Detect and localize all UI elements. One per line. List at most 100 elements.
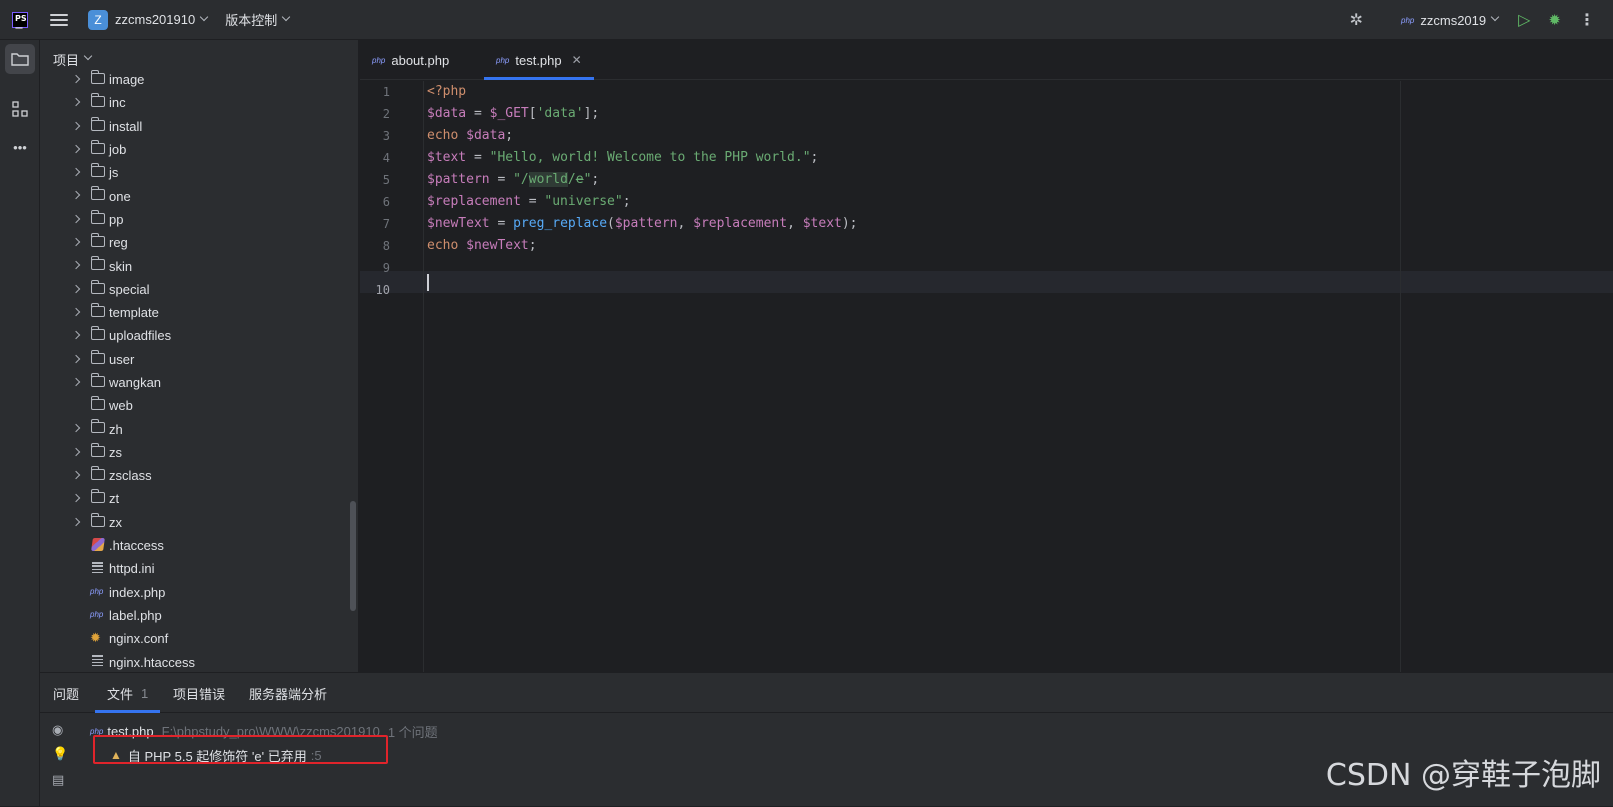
chevron-right-icon[interactable]	[71, 494, 81, 503]
tree-item[interactable]: uploadfiles	[40, 324, 358, 347]
tree-item-label: nginx.htaccess	[109, 654, 195, 670]
config-file-icon: ✹	[90, 630, 101, 646]
code-line-4[interactable]: $text = "Hello, world! Welcome to the PH…	[427, 147, 818, 169]
tree-item[interactable]: reg	[40, 231, 358, 254]
chevron-right-icon[interactable]	[71, 98, 81, 107]
chevron-right-icon[interactable]	[71, 331, 81, 340]
structure-icon[interactable]	[5, 94, 35, 124]
tree-item[interactable]: install	[40, 115, 358, 138]
chevron-right-icon[interactable]	[71, 74, 81, 84]
debug-icon[interactable]: ✹	[1548, 11, 1561, 29]
line-number: 6	[382, 195, 390, 209]
code-line-7[interactable]: $newText = preg_replace($pattern, $repla…	[427, 213, 858, 235]
chevron-right-icon[interactable]	[71, 237, 81, 247]
chevron-right-icon[interactable]	[71, 354, 81, 363]
token: $newText	[466, 238, 529, 253]
tab-file[interactable]: 文件 1	[94, 673, 161, 713]
tree-item[interactable]: php index.php	[40, 581, 358, 604]
chevron-right-icon[interactable]	[71, 424, 81, 433]
code-line-6[interactable]: $replacement = "universe";	[427, 191, 631, 213]
chevron-down-icon[interactable]	[199, 12, 209, 21]
chevron-right-icon[interactable]	[71, 377, 81, 387]
tab-problems[interactable]: 问题	[53, 673, 79, 713]
line-number: 8	[382, 239, 390, 253]
token: ;	[591, 172, 600, 187]
project-badge[interactable]: Z	[88, 9, 108, 30]
tree-item[interactable]: special	[40, 278, 358, 301]
chevron-right-icon[interactable]	[71, 261, 81, 270]
code-line-3[interactable]: echo $data;	[427, 125, 513, 147]
tree-item[interactable]: php label.php	[40, 604, 358, 627]
chevron-right-icon[interactable]	[71, 214, 81, 224]
code-line-2[interactable]: $data = $_GET['data'];	[427, 103, 599, 125]
chevron-right-icon[interactable]	[71, 191, 81, 200]
main-menu-icon[interactable]	[50, 13, 68, 26]
tab-about-php[interactable]: php about.php	[372, 40, 449, 80]
tab-label: 项目错误	[173, 686, 226, 702]
chevron-right-icon[interactable]	[71, 307, 81, 317]
project-name[interactable]: zzcms201910	[115, 12, 195, 27]
project-panel: 项目 image inc install job js one pp reg skin speci…	[40, 40, 359, 672]
folder-icon	[90, 93, 105, 108]
deprecated-modifier[interactable]: e	[576, 172, 584, 187]
tree-item[interactable]: nginx.htaccess	[40, 650, 358, 672]
tree-item[interactable]: image	[40, 68, 358, 91]
tab-label: test.php	[515, 52, 562, 68]
bug-disabled-icon[interactable]: ✲	[1350, 10, 1363, 30]
tree-item[interactable]: zsclass	[40, 464, 358, 487]
code-line-1[interactable]: <?php	[427, 81, 466, 103]
eye-icon[interactable]: ◉	[52, 722, 63, 738]
token: echo	[427, 128, 467, 143]
code-line-8[interactable]: echo $newText;	[427, 235, 537, 257]
tab-project-errors[interactable]: 项目错误	[173, 673, 225, 713]
chevron-right-icon[interactable]	[71, 284, 81, 293]
project-folder-icon[interactable]	[5, 44, 35, 74]
document-icon[interactable]: ▤	[52, 772, 64, 788]
tree-item[interactable]: job	[40, 138, 358, 161]
scrollbar[interactable]	[350, 501, 356, 611]
editor-area: php about.php php test.php ✕ 1 2 3 4 5 6 7 8 9 10…	[360, 40, 1613, 672]
tree-item[interactable]: skin	[40, 254, 358, 277]
chevron-right-icon[interactable]	[71, 144, 81, 154]
run-config-selector[interactable]: php zzcms2019	[1401, 13, 1500, 28]
chevron-right-icon[interactable]	[71, 470, 81, 480]
tree-item[interactable]: pp	[40, 208, 358, 231]
chevron-right-icon[interactable]	[71, 167, 81, 177]
tree-item[interactable]: wangkan	[40, 371, 358, 394]
more-options-icon[interactable]: ⋮	[1579, 10, 1595, 30]
tree-item[interactable]: user	[40, 348, 358, 371]
token: world	[528, 172, 568, 187]
tree-item[interactable]: js	[40, 161, 358, 184]
chevron-right-icon[interactable]	[71, 447, 81, 456]
tab-label: about.php	[391, 52, 450, 68]
tree-item[interactable]: zx	[40, 511, 358, 534]
tree-item-label: label.php	[109, 607, 162, 623]
folder-icon	[90, 302, 105, 317]
close-icon[interactable]: ✕	[572, 53, 582, 67]
tree-item[interactable]: inc	[40, 91, 358, 114]
tree-item[interactable]: zt	[40, 487, 358, 510]
tree-item-label: zt	[109, 491, 120, 507]
tree-item[interactable]: zh	[40, 417, 358, 440]
tree-item[interactable]: ✹ nginx.conf	[40, 627, 358, 650]
tree-item[interactable]: .htaccess	[40, 534, 358, 557]
more-tools-icon[interactable]: •••	[5, 132, 35, 162]
tree-item[interactable]: httpd.ini	[40, 557, 358, 580]
vcs-menu[interactable]: 版本控制	[225, 10, 277, 29]
folder-icon	[90, 489, 105, 504]
lightbulb-icon[interactable]: 💡	[52, 746, 68, 762]
run-icon[interactable]: ▷	[1518, 10, 1530, 30]
tree-item[interactable]: zs	[40, 441, 358, 464]
tree-item[interactable]: web	[40, 394, 358, 417]
tree-item[interactable]: template	[40, 301, 358, 324]
tree-item-label: js	[109, 165, 119, 181]
chevron-right-icon[interactable]	[71, 517, 81, 526]
chevron-right-icon[interactable]	[71, 121, 81, 130]
code-line-5[interactable]: $pattern = "/world/e";	[427, 169, 599, 191]
line-number-gutter: 1 2 3 4 5 6 7 8 9 10	[360, 81, 424, 672]
tree-item[interactable]: one	[40, 184, 358, 207]
chevron-down-icon[interactable]	[281, 12, 291, 21]
tab-server-analysis[interactable]: 服务器端分析	[249, 673, 327, 713]
tree-item-label: web	[109, 398, 133, 414]
tab-test-php[interactable]: php test.php ✕	[484, 40, 594, 80]
